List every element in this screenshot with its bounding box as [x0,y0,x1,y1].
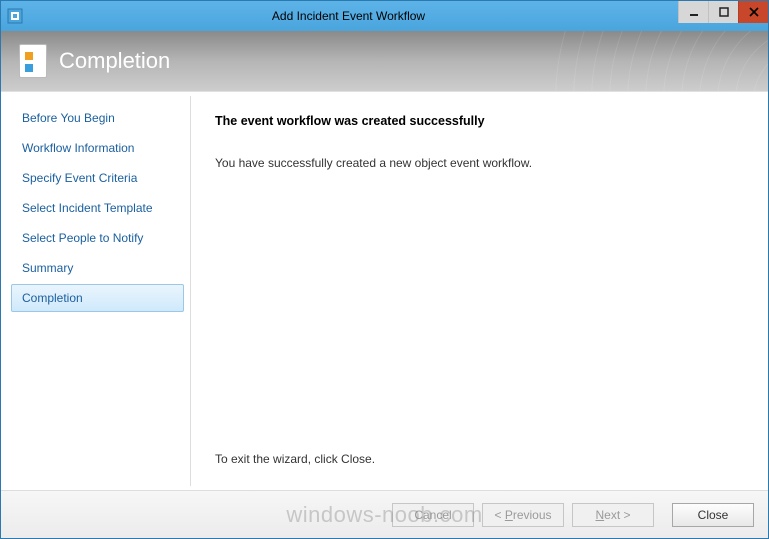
step-workflow-information[interactable]: Workflow Information [11,134,184,162]
wizard-body: Before You Begin Workflow Information Sp… [1,91,768,490]
cancel-button: Cancel [392,503,474,527]
app-icon [7,8,23,24]
wizard-steps-sidebar: Before You Begin Workflow Information Sp… [5,96,191,486]
step-completion[interactable]: Completion [11,284,184,312]
titlebar: Add Incident Event Workflow [1,1,768,31]
step-before-you-begin[interactable]: Before You Begin [11,104,184,132]
content-message: You have successfully created a new obje… [215,156,740,170]
minimize-button[interactable] [678,1,708,23]
window-title: Add Incident Event Workflow [29,9,768,23]
wizard-content: The event workflow was created successfu… [191,96,764,486]
previous-button: < Previous [482,503,564,527]
maximize-button[interactable] [708,1,738,23]
step-specify-event-criteria[interactable]: Specify Event Criteria [11,164,184,192]
close-button[interactable]: Close [672,503,754,527]
wizard-window: Add Incident Event Workflow Completion B… [0,0,769,539]
step-select-people-to-notify[interactable]: Select People to Notify [11,224,184,252]
page-title: Completion [59,48,170,74]
next-button: Next > [572,503,654,527]
wizard-header: Completion [1,31,768,91]
window-close-button[interactable] [738,1,768,23]
wizard-footer: windows-noob.com Cancel < Previous Next … [1,490,768,538]
step-select-incident-template[interactable]: Select Incident Template [11,194,184,222]
workflow-icon [19,44,47,78]
content-heading: The event workflow was created successfu… [215,114,740,128]
window-controls [678,1,768,23]
content-exit-hint: To exit the wizard, click Close. [215,452,740,466]
step-summary[interactable]: Summary [11,254,184,282]
